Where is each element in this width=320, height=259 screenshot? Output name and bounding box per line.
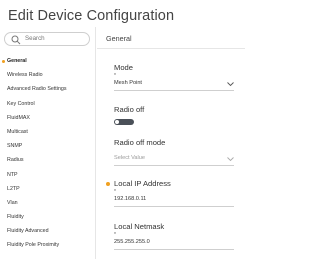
radio-off-field: Radio off bbox=[114, 105, 234, 125]
search-icon bbox=[11, 35, 21, 45]
sidebar-item-fluidity-advanced[interactable]: Fluidity Advanced bbox=[0, 224, 95, 238]
local-netmask-value: 255.255.255.0 bbox=[114, 239, 150, 245]
sidebar-item-label: Key Control bbox=[7, 100, 35, 107]
sidebar-item-label: SNMP bbox=[7, 143, 23, 150]
sidebar-item-l2tp[interactable]: L2TP bbox=[0, 182, 95, 196]
sidebar-item-label: General bbox=[7, 58, 27, 64]
active-indicator-icon bbox=[1, 59, 5, 63]
mode-label: Mode bbox=[114, 63, 133, 72]
sidebar-item-label: Multicast bbox=[7, 128, 28, 135]
local-ip-input[interactable]: 192.168.0.11 bbox=[114, 195, 234, 207]
sidebar-item-vlan[interactable]: Vlan bbox=[0, 196, 95, 210]
chevron-down-icon bbox=[227, 157, 234, 162]
toggle-knob bbox=[115, 120, 119, 124]
radio-off-label: Radio off bbox=[114, 105, 145, 114]
radio-off-mode-placeholder: Select Value bbox=[114, 155, 145, 161]
radio-off-mode-field: Radio off mode Select Value bbox=[114, 138, 234, 166]
local-ip-field: Local IP Address * 192.168.0.11 bbox=[114, 179, 234, 207]
mode-value: Mesh Point bbox=[114, 80, 142, 86]
mode-select[interactable]: Mesh Point bbox=[114, 79, 234, 91]
local-ip-label: Local IP Address bbox=[114, 179, 171, 188]
chevron-down-icon bbox=[227, 82, 234, 87]
sidebar-item-label: Fluidity Advanced bbox=[7, 228, 49, 235]
sidebar-item-label: L2TP bbox=[7, 185, 20, 192]
sidebar-item-label: FluidMAX bbox=[7, 114, 30, 121]
sidebar-item-label: NTP bbox=[7, 171, 18, 178]
warning-dot-icon bbox=[106, 182, 110, 186]
sidebar-item-radius[interactable]: Radius bbox=[0, 153, 95, 167]
sidebar-item-general[interactable]: General bbox=[0, 54, 95, 68]
sidebar-item-label: Radius bbox=[7, 157, 24, 164]
sidebar-item-fluidity[interactable]: Fluidity bbox=[0, 210, 95, 224]
radio-off-mode-select[interactable]: Select Value bbox=[114, 154, 234, 166]
radio-off-toggle[interactable] bbox=[114, 119, 134, 125]
sidebar-item-label: Vlan bbox=[7, 199, 18, 206]
sidebar-item-snmp[interactable]: SNMP bbox=[0, 139, 95, 153]
sidebar-item-label: Fluidity Pole Proximity bbox=[7, 242, 60, 249]
sidebar-item-key-control[interactable]: Key Control bbox=[0, 97, 95, 111]
sidebar-item-label: Wireless Radio bbox=[7, 72, 43, 79]
local-netmask-input[interactable]: 255.255.255.0 bbox=[114, 238, 234, 250]
sidebar-item-ntp[interactable]: NTP bbox=[0, 168, 95, 182]
section-title: General bbox=[97, 27, 245, 49]
search-input[interactable]: Search bbox=[4, 32, 90, 46]
sidebar-item-fluidity-pole-proximity[interactable]: Fluidity Pole Proximity bbox=[0, 238, 95, 252]
main-panel: General Mode * Mesh Point Radio off Radi… bbox=[97, 27, 245, 259]
sidebar-item-multicast[interactable]: Multicast bbox=[0, 125, 95, 139]
radio-off-mode-label: Radio off mode bbox=[114, 138, 166, 147]
local-ip-value: 192.168.0.11 bbox=[114, 196, 147, 202]
sidebar-item-label: Advanced Radio Settings bbox=[7, 86, 67, 93]
sidebar-item-advanced-radio-settings[interactable]: Advanced Radio Settings bbox=[0, 82, 95, 96]
sidebar-item-wireless-radio[interactable]: Wireless Radio bbox=[0, 68, 95, 82]
sidebar-nav: General Wireless Radio Advanced Radio Se… bbox=[0, 54, 95, 253]
local-netmask-field: Local Netmask * 255.255.255.0 bbox=[114, 222, 234, 250]
search-placeholder: Search bbox=[25, 34, 45, 42]
page-title: Edit Device Configuration bbox=[8, 8, 175, 24]
mode-field: Mode * Mesh Point bbox=[114, 63, 234, 91]
sidebar-item-fluidmax[interactable]: FluidMAX bbox=[0, 111, 95, 125]
sidebar-item-label: Fluidity bbox=[7, 214, 24, 221]
local-netmask-label: Local Netmask bbox=[114, 222, 165, 231]
sidebar: Search General Wireless Radio Advanced R… bbox=[0, 27, 96, 259]
